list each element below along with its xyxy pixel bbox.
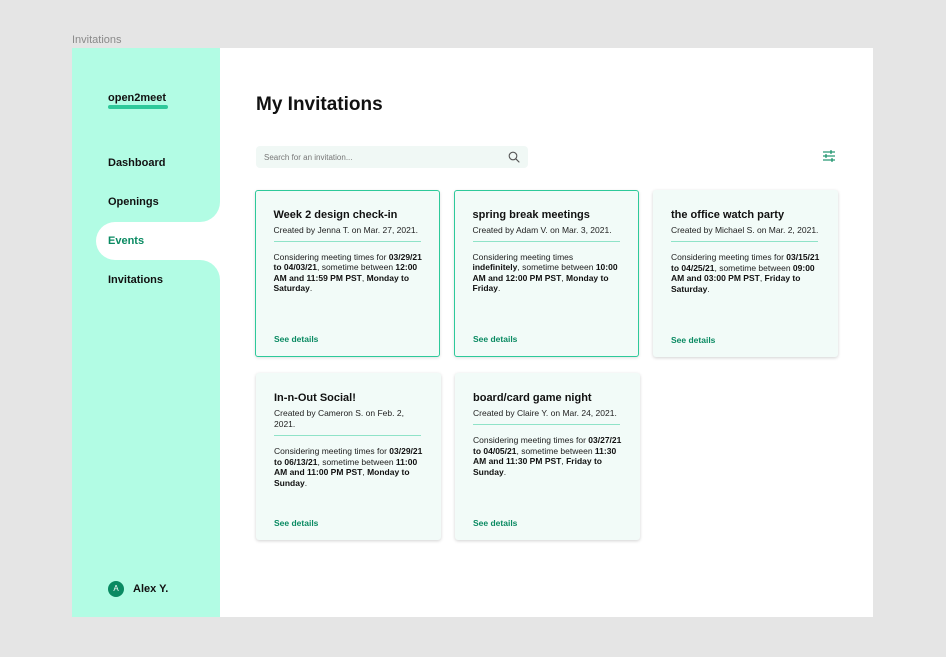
card-divider	[671, 241, 818, 242]
see-details-link[interactable]: See details	[274, 334, 318, 344]
card-title: spring break meetings	[472, 208, 590, 221]
see-details-link[interactable]: See details	[473, 518, 517, 528]
card-title: board/card game night	[473, 392, 592, 404]
card-body: Considering meeting times indefinitely, …	[472, 251, 618, 294]
logo[interactable]: open2meet	[108, 92, 166, 104]
nav-item-events[interactable]: Events	[108, 235, 144, 247]
card-title: the office watch party	[671, 209, 785, 221]
card-body: Considering meeting times for 03/15/21 t…	[671, 252, 820, 294]
card-divider	[472, 240, 620, 242]
invitation-card[interactable]: the office watch party Created by Michae…	[653, 190, 838, 357]
page-title: My Invitations	[256, 94, 383, 115]
invitation-card[interactable]: Week 2 design check-in Created by Jenna …	[255, 190, 440, 357]
nav-active-notch-top	[200, 202, 220, 222]
user-name[interactable]: Alex Y.	[133, 583, 168, 595]
sidebar: open2meet Dashboard Openings Events Invi…	[72, 48, 220, 617]
invitation-card[interactable]: spring break meetings Created by Adam V.…	[454, 190, 639, 357]
invitation-card[interactable]: In-n-Out Social! Created by Cameron S. o…	[256, 373, 441, 540]
card-body: Considering meeting times for 03/29/21 t…	[274, 446, 423, 488]
nav-item-dashboard[interactable]: Dashboard	[108, 157, 165, 169]
invitation-card[interactable]: board/card game night Created by Claire …	[455, 373, 640, 540]
nav-active-notch-bottom	[200, 260, 220, 280]
see-details-link[interactable]: See details	[671, 335, 715, 345]
frame-label: Invitations	[72, 34, 122, 46]
nav-item-invitations[interactable]: Invitations	[108, 274, 163, 286]
search-input[interactable]	[264, 146, 494, 168]
search-bar	[256, 146, 528, 168]
nav-item-openings[interactable]: Openings	[108, 196, 159, 208]
card-title: In-n-Out Social!	[274, 392, 356, 404]
card-meta: Created by Adam V. on Mar. 3, 2021.	[472, 224, 612, 235]
avatar[interactable]: A	[108, 581, 124, 597]
card-divider	[473, 424, 620, 425]
card-body: Considering meeting times for 03/27/21 t…	[473, 435, 622, 477]
card-meta: Created by Michael S. on Mar. 2, 2021.	[671, 225, 819, 235]
logo-underline	[108, 105, 168, 109]
see-details-link[interactable]: See details	[274, 518, 318, 528]
card-meta: Created by Cameron S. on Feb. 2, 2021.	[274, 408, 404, 429]
search-icon[interactable]	[508, 151, 520, 163]
sliders-icon[interactable]	[822, 149, 836, 163]
card-meta: Created by Jenna T. on Mar. 27, 2021.	[273, 224, 418, 235]
card-title: Week 2 design check-in	[273, 208, 398, 221]
card-divider	[273, 240, 421, 242]
card-body: Considering meeting times for 03/29/21 t…	[273, 251, 422, 294]
app-window: open2meet Dashboard Openings Events Invi…	[72, 48, 873, 617]
card-divider	[274, 435, 421, 436]
see-details-link[interactable]: See details	[473, 334, 517, 344]
card-meta: Created by Claire Y. on Mar. 24, 2021.	[473, 408, 617, 418]
